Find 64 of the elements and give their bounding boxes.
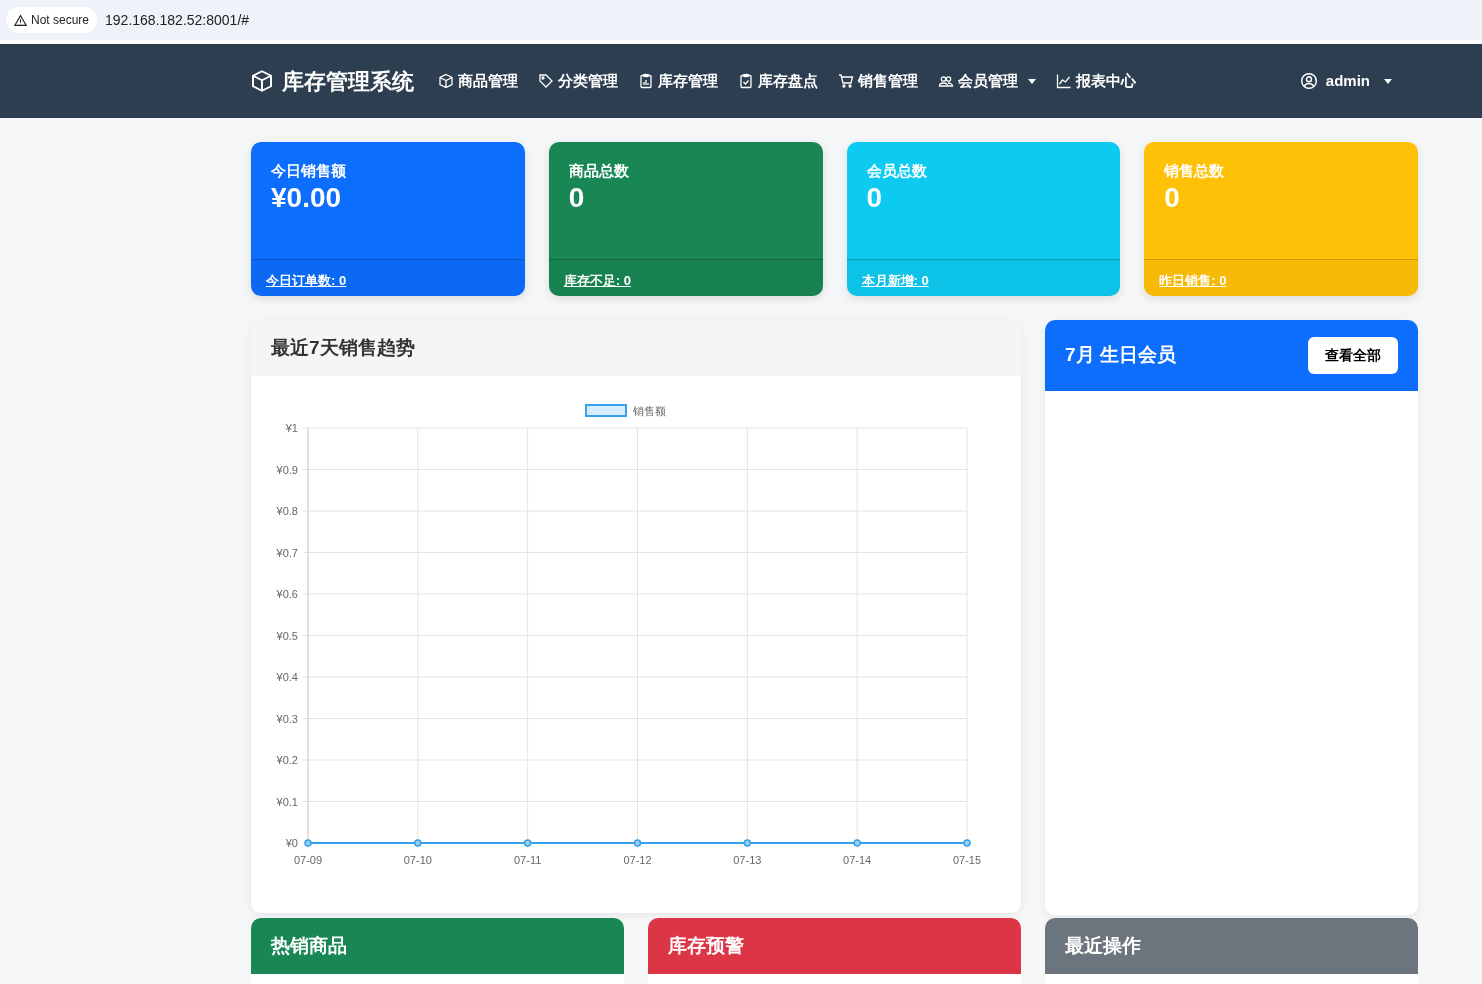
- stat-title: 商品总数: [568, 161, 630, 181]
- axis-tick-label: ¥0.1: [276, 795, 298, 808]
- axis-tick-label: ¥0.2: [276, 754, 298, 766]
- stat-link[interactable]: 今日订单数: 0: [266, 273, 347, 288]
- data-point: [523, 839, 532, 847]
- chart-title: 最近7天销售趋势: [251, 320, 1021, 376]
- legend-label: 销售额: [633, 405, 666, 417]
- panel-title: 热销商品: [271, 933, 347, 958]
- stat-title: 会员总数: [866, 161, 928, 181]
- nav-link[interactable]: 分类管理: [530, 63, 626, 99]
- user-circle-icon: [1299, 72, 1318, 90]
- stat-title: 今日销售额: [271, 161, 347, 181]
- axis-tick-label: ¥0.5: [276, 629, 298, 642]
- user-menu[interactable]: admin: [1291, 63, 1400, 99]
- axis-tick-label: 07-12: [623, 854, 652, 866]
- clipboard-check-icon: [738, 73, 754, 89]
- panel-title: 最近操作: [1065, 933, 1141, 958]
- box-icon: [438, 73, 454, 89]
- axis-tick-label: ¥0: [285, 837, 298, 849]
- legend-swatch: [585, 404, 627, 417]
- nav-link[interactable]: 库存盘点: [730, 63, 826, 99]
- birthday-title: 7月 生日会员: [1065, 343, 1176, 368]
- stat-link[interactable]: 库存不足: 0: [563, 273, 631, 288]
- brand-link[interactable]: 库存管理系统: [250, 64, 414, 98]
- stat-title: 销售总数: [1164, 161, 1226, 181]
- axis-tick-label: 07-14: [843, 854, 872, 866]
- people-icon: [938, 73, 954, 89]
- cart-icon: [838, 73, 854, 89]
- axis-tick-label: 07-09: [293, 854, 323, 866]
- panel-title: 库存预警: [668, 933, 744, 958]
- stat-value: 0: [1164, 182, 1181, 214]
- url-text[interactable]: 192.168.182.52:8001/#: [105, 9, 250, 31]
- axis-tick-label: 07-10: [403, 854, 432, 866]
- data-point: [963, 839, 971, 847]
- axis-tick-label: ¥1: [285, 422, 298, 434]
- data-point: [853, 839, 861, 847]
- axis-tick-label: 07-11: [514, 854, 542, 866]
- box-icon: [250, 69, 274, 93]
- view-all-button[interactable]: 查看全部: [1308, 337, 1398, 374]
- axis-tick-label: ¥0.6: [276, 588, 298, 600]
- axis-tick-label: ¥0.4: [276, 671, 298, 683]
- stat-value: ¥0.00: [271, 182, 343, 214]
- axis-tick-label: ¥0.3: [276, 712, 298, 725]
- axis-tick-label: ¥0.9: [276, 463, 298, 476]
- nav-link[interactable]: 销售管理: [830, 63, 926, 99]
- tag-icon: [538, 73, 554, 89]
- nav-link[interactable]: 会员管理: [930, 63, 1044, 99]
- stat-value: 0: [866, 182, 884, 214]
- data-point: [633, 839, 642, 847]
- clipboard-chart-icon: [638, 73, 654, 89]
- data-point: [743, 839, 752, 847]
- warning-icon: [14, 13, 27, 27]
- line-chart-icon: [1056, 73, 1072, 89]
- data-point: [414, 839, 422, 847]
- data-point: [304, 839, 312, 847]
- axis-tick-label: 07-15: [952, 854, 982, 866]
- security-indicator[interactable]: Not secure: [6, 7, 98, 33]
- axis-tick-label: 07-13: [733, 854, 762, 866]
- nav-link[interactable]: 库存管理: [630, 63, 726, 99]
- axis-tick-label: ¥0.7: [276, 546, 298, 559]
- stat-value: 0: [568, 182, 586, 214]
- nav-link[interactable]: 报表中心: [1048, 63, 1144, 99]
- nav-link[interactable]: 商品管理: [430, 63, 526, 99]
- axis-tick-label: ¥0.8: [276, 505, 298, 517]
